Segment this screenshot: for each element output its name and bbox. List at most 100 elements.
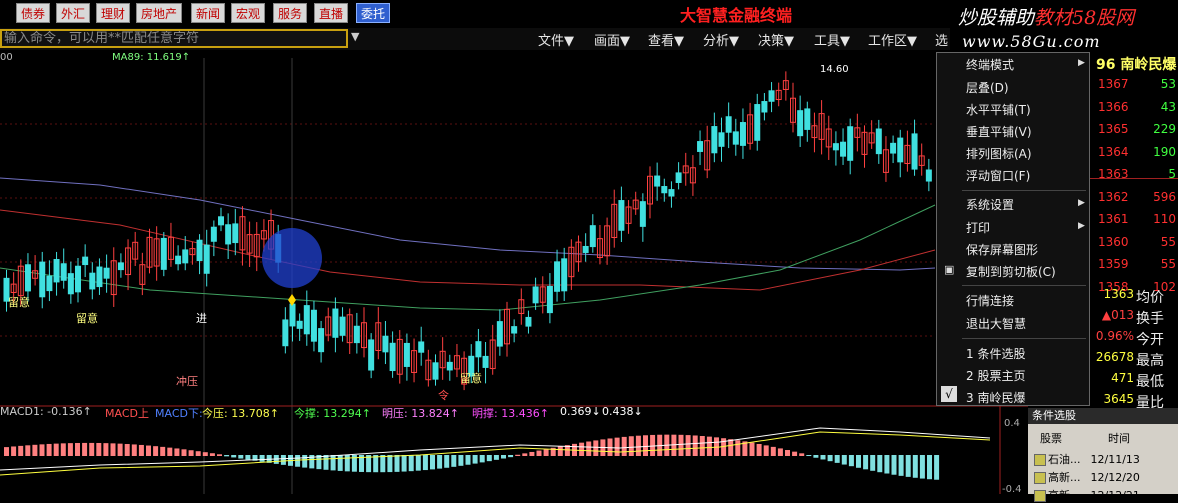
macd-bar — [685, 435, 691, 456]
candle-body — [60, 263, 67, 281]
macd-bar — [557, 446, 563, 456]
checked-icon: √ — [941, 386, 957, 402]
context-menu-item-5[interactable]: 浮动窗口(F) — [966, 167, 1030, 184]
v1-label: 0.369↓ — [560, 405, 601, 418]
macd-bar — [486, 455, 492, 462]
candle-body — [875, 128, 882, 155]
candle-body — [175, 255, 182, 265]
macd-bar — [813, 455, 819, 458]
macd-bar — [692, 435, 698, 456]
candle-body — [725, 116, 732, 133]
candle-body — [911, 133, 918, 170]
menu-separator — [962, 338, 1086, 339]
macd-bar — [508, 455, 514, 458]
candle-body — [389, 342, 396, 372]
macd-bar — [153, 446, 159, 456]
context-menu-item-14[interactable]: 3 南岭民爆 — [966, 389, 1025, 406]
candle-body — [546, 285, 553, 314]
context-menu-item-8[interactable]: 保存屏幕图形 — [966, 241, 1038, 258]
axis-label-bottom: -0.4 — [1002, 484, 1022, 495]
macd-bar — [841, 455, 847, 465]
macd-bar — [777, 448, 783, 456]
macd-bar — [934, 455, 940, 480]
context-menu-item-12[interactable]: 1 条件选股 — [966, 345, 1025, 362]
condition-row[interactable]: 高新... 12/12/21 — [1034, 487, 1140, 503]
context-menu-item-3[interactable]: 垂直平铺(V) — [966, 123, 1032, 140]
quote-volume: 43 — [1160, 99, 1176, 114]
candle-body — [418, 341, 425, 353]
quote-stat-value: 26678 — [1095, 350, 1134, 364]
candle-body — [39, 261, 46, 298]
candle-body — [847, 126, 854, 161]
macd-bar — [898, 455, 904, 476]
macd-bar — [67, 443, 73, 456]
context-menu-item-13[interactable]: 2 股票主页 — [966, 367, 1025, 384]
macd-bar — [905, 455, 911, 477]
candle-body — [296, 320, 303, 329]
macd-bar — [749, 442, 755, 456]
candle-body — [332, 308, 339, 338]
stock-name: 96 南岭民爆 — [1096, 57, 1177, 73]
candle-body — [525, 316, 532, 327]
context-menu-item-0[interactable]: 终端模式 — [966, 56, 1014, 73]
macd-bar — [415, 455, 421, 471]
candle-body — [303, 305, 310, 335]
condition-row[interactable]: 石油... 12/11/13 — [1034, 451, 1140, 467]
macd-bar — [728, 439, 734, 456]
quote-row: 1366 43 — [1090, 100, 1178, 120]
context-menu-item-6[interactable]: 系统设置 — [966, 196, 1014, 213]
macd-bar — [614, 437, 620, 456]
context-menu-item-1[interactable]: 层叠(D) — [966, 79, 1009, 96]
candle-body — [310, 309, 317, 342]
context-menu-item-4[interactable]: 排列图标(A) — [966, 145, 1032, 162]
quote-stat-value: 0.96% — [1095, 329, 1134, 343]
ming-support-label: 明撑: 13.436↑ — [472, 407, 549, 420]
macd-bar — [891, 455, 897, 475]
macd-bar — [380, 455, 386, 473]
macd-bar — [501, 455, 506, 459]
macd-bar — [75, 442, 80, 456]
macd-bar — [280, 455, 286, 465]
quote-stat-label: 最高 — [1136, 353, 1164, 369]
macd-bar — [479, 455, 485, 463]
macd-bar — [401, 455, 407, 472]
col-stock[interactable]: 股票 — [1040, 430, 1062, 446]
condition-panel-title: 条件选股 — [1028, 408, 1178, 424]
macd-bar — [430, 455, 435, 470]
candle-body — [639, 201, 646, 227]
quote-stat-row: 1363 均价 — [1090, 287, 1178, 307]
context-menu-item-2[interactable]: 水平平铺(T) — [966, 101, 1031, 118]
macd-bar — [465, 455, 471, 465]
context-menu-item-11[interactable]: 退出大智慧 — [966, 315, 1026, 332]
context-menu-item-7[interactable]: 打印 — [966, 219, 990, 236]
menu-separator — [962, 285, 1086, 286]
macd-bar — [927, 455, 932, 480]
macd-bar — [543, 449, 549, 456]
context-menu-item-9[interactable]: 复制到剪切板(C) — [966, 263, 1056, 280]
macd-bar — [706, 436, 712, 456]
candle-body — [890, 142, 897, 154]
quote-stat-value: 1363 — [1103, 287, 1134, 301]
macd-bar — [138, 444, 144, 456]
macd-bar — [330, 455, 336, 471]
candle-body — [897, 137, 904, 163]
highlight-circle — [262, 228, 322, 288]
quote-row: 1364 190 — [1090, 145, 1178, 165]
axis-label-top: 0.4 — [1004, 418, 1020, 429]
candle-body — [432, 362, 439, 380]
macd-bar — [536, 450, 542, 456]
context-menu-item-10[interactable]: 行情连接 — [966, 292, 1014, 309]
macd-bar — [188, 450, 194, 456]
signal-label: 留意 — [8, 295, 30, 309]
macd-bar — [295, 455, 301, 467]
macd-bar — [160, 446, 166, 456]
candle-body — [511, 326, 518, 334]
condition-time: 12/12/20 — [1090, 471, 1140, 484]
candle-body — [582, 245, 589, 253]
condition-stock: 高新... — [1048, 471, 1081, 484]
macd-bar — [96, 442, 102, 456]
candle-body — [554, 261, 561, 292]
col-time[interactable]: 时间 — [1108, 430, 1130, 446]
condition-row[interactable]: 高新... 12/12/20 — [1034, 469, 1140, 485]
macd-bar — [89, 442, 95, 456]
